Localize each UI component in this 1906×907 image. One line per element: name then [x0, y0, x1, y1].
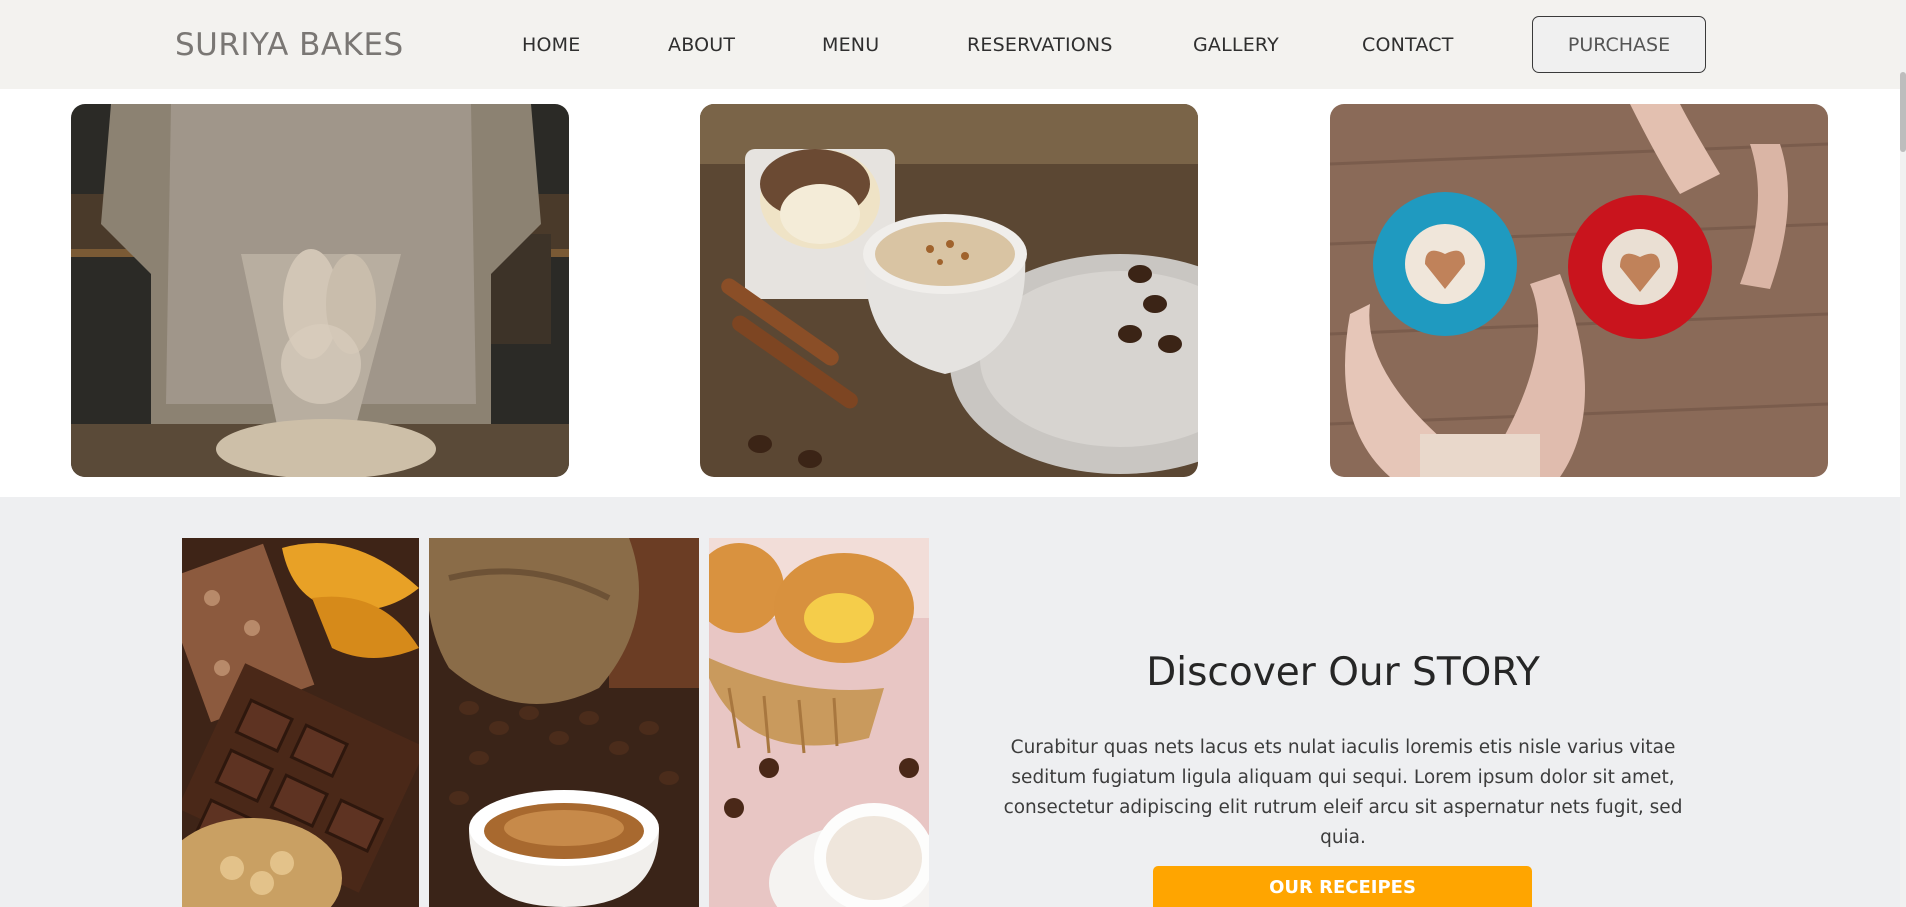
nav-menu[interactable]: MENU	[822, 34, 879, 56]
story-description: Curabitur quas nets lacus ets nulat iacu…	[1003, 737, 1683, 848]
page-scrollbar-thumb[interactable]	[1900, 72, 1906, 152]
chocolate-collage-photo	[182, 538, 419, 907]
story-title: Discover Our STORY	[1146, 650, 1540, 695]
nav-gallery[interactable]: GALLERY	[1193, 34, 1279, 56]
hands-cups-photo	[1330, 104, 1828, 477]
navbar: SURIYA BAKES HOME ABOUT MENU RESERVATION…	[0, 0, 1906, 89]
pastry-collage-photo	[709, 538, 929, 907]
nav-about[interactable]: ABOUT	[668, 34, 735, 56]
baker-flour-photo	[71, 104, 569, 477]
nav-home[interactable]: HOME	[522, 34, 580, 56]
nav-contact[interactable]: CONTACT	[1362, 34, 1454, 56]
our-receipes-button[interactable]: OUR RECEIPES	[1153, 866, 1532, 907]
brand-logo[interactable]: SURIYA BAKES	[175, 27, 404, 63]
coffee-beans-collage-photo	[429, 538, 699, 907]
coffee-cake-photo	[700, 104, 1198, 477]
nav-reservations[interactable]: RESERVATIONS	[967, 34, 1113, 56]
purchase-button[interactable]: PURCHASE	[1532, 16, 1706, 73]
